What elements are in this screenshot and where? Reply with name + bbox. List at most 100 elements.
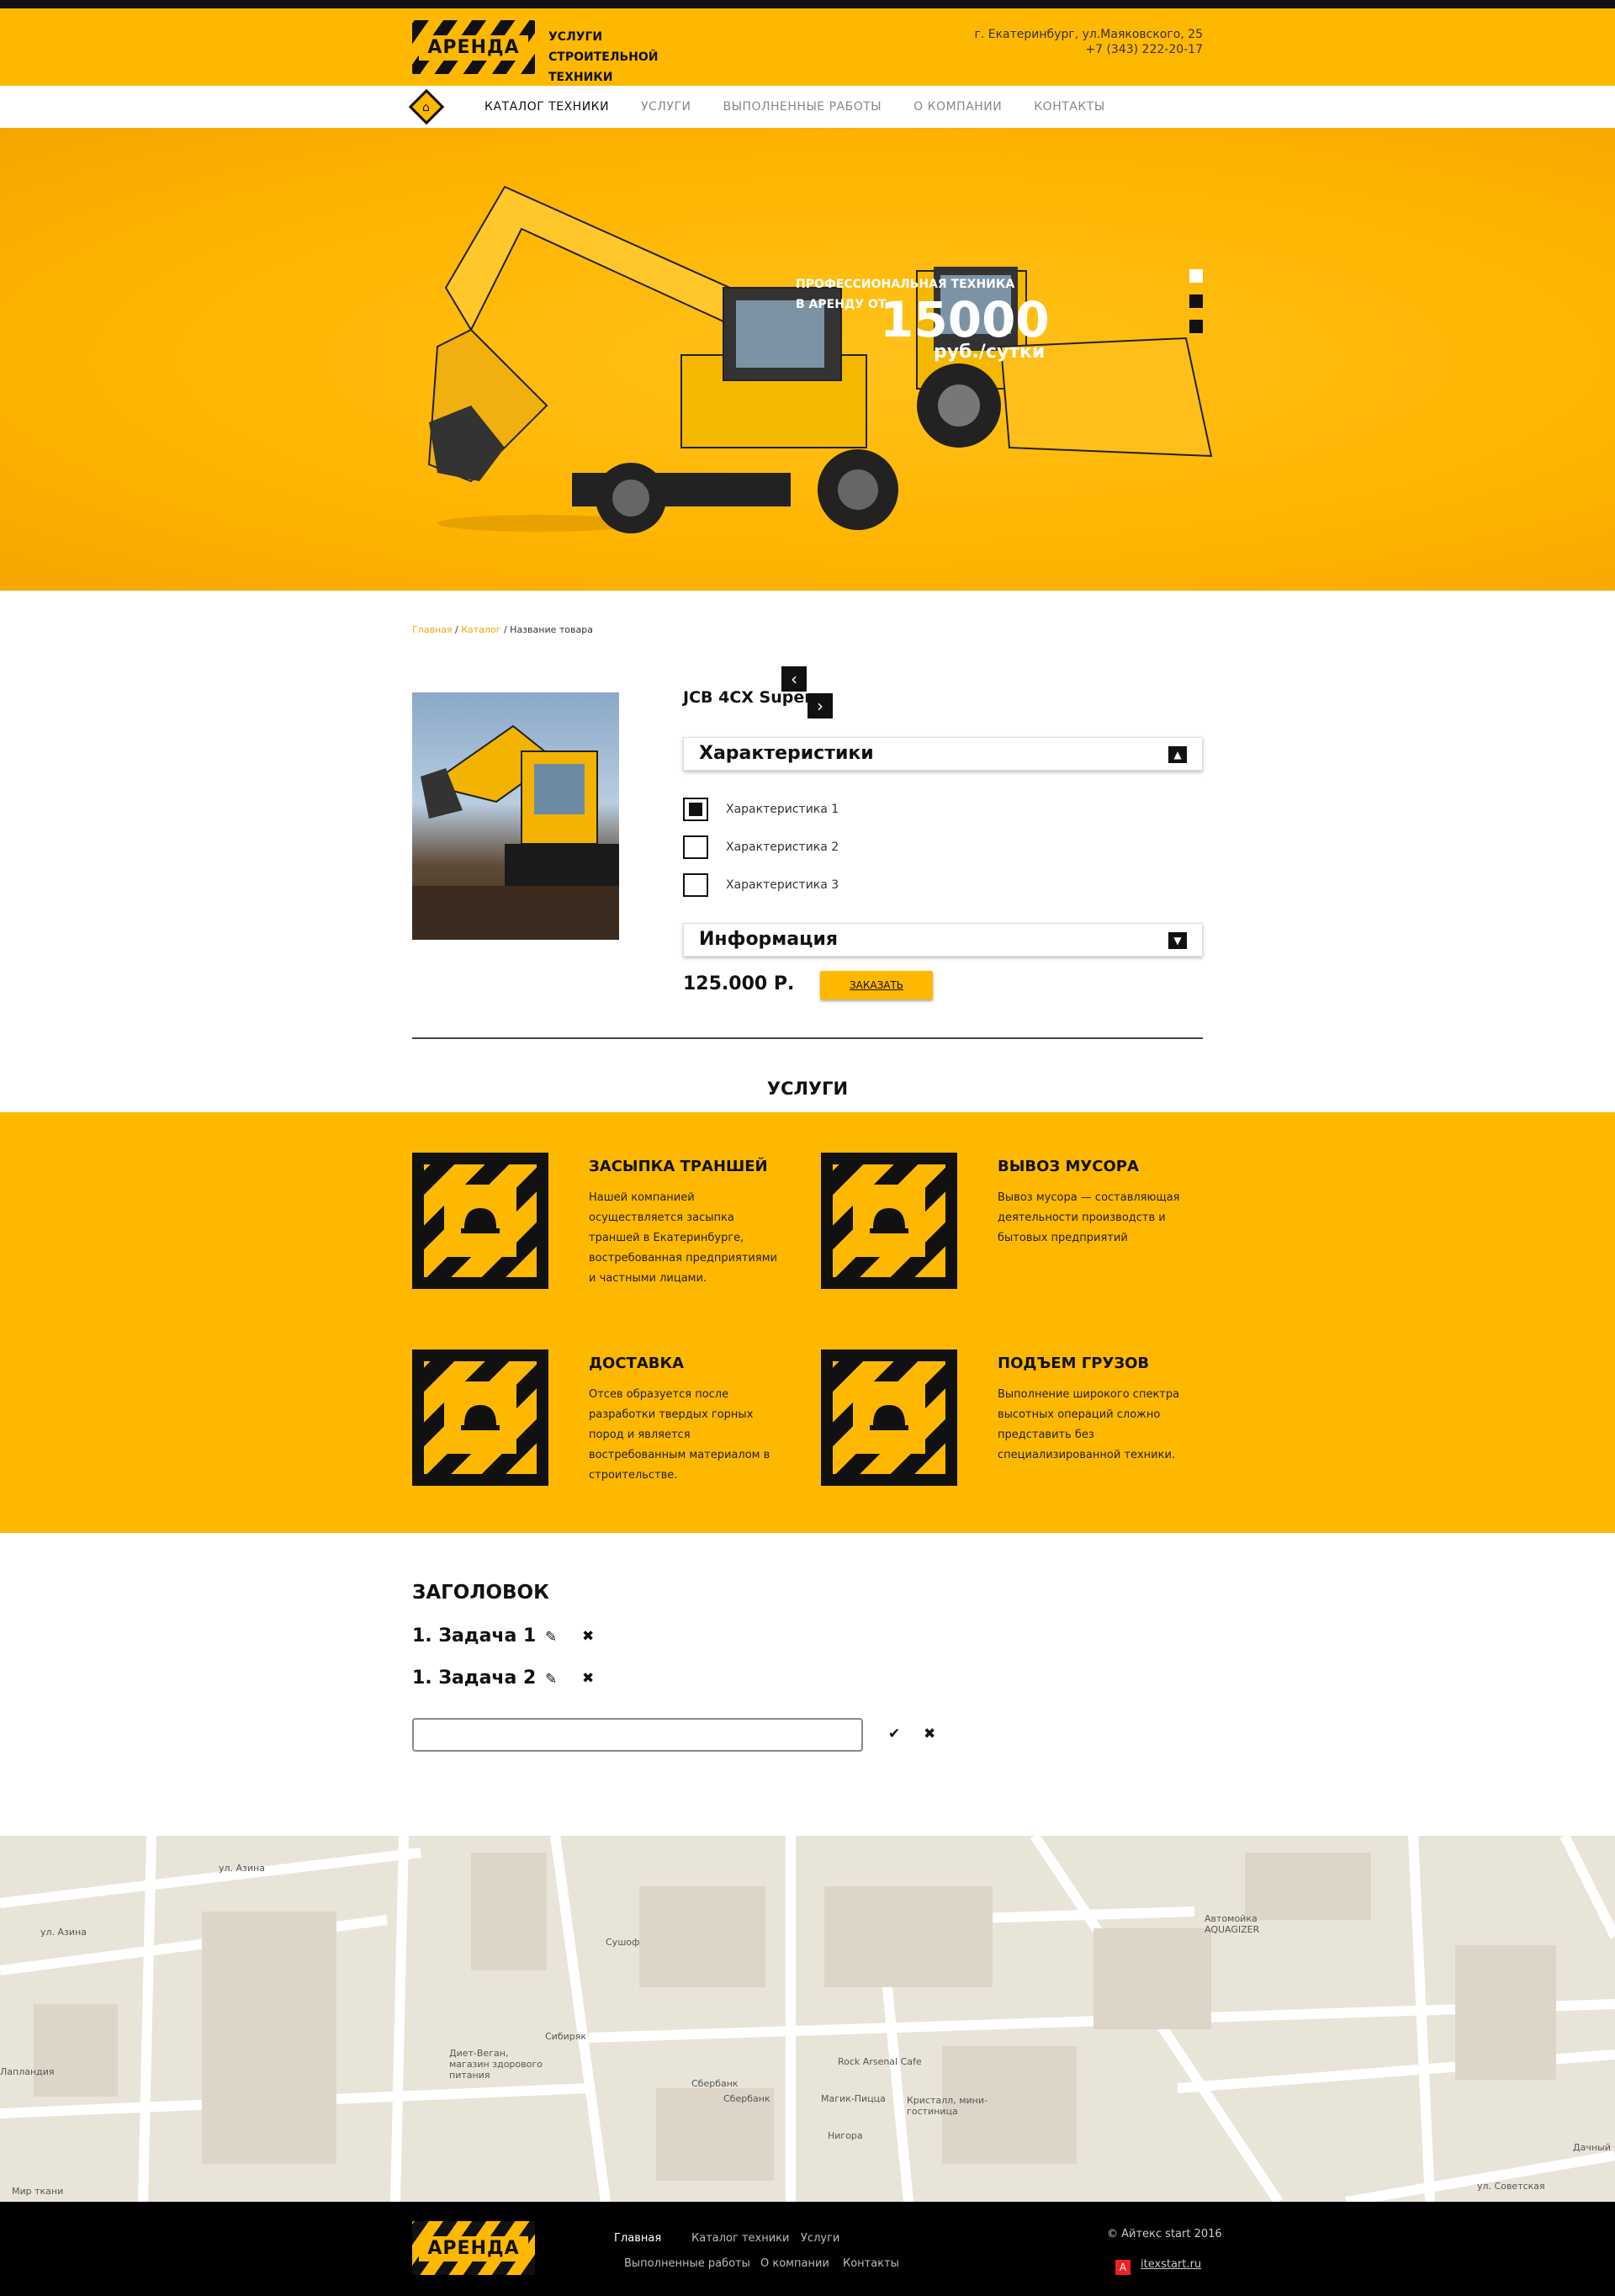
- feature-checkbox-2[interactable]: [683, 835, 708, 859]
- service-desc-3: Отсев образуется после разработки тверды…: [589, 1388, 770, 1482]
- footer-logo-text: АРЕНДА: [419, 2236, 528, 2262]
- copyright: © Айтекс start 2016: [1107, 2228, 1222, 2240]
- feature-checkbox-1[interactable]: [683, 798, 708, 821]
- feature-label-2: Характеристика 2: [726, 840, 839, 854]
- header: АРЕНДА УСЛУГИ СТРОИТЕЛЬНОЙ ТЕХНИКИ г. Ек…: [0, 8, 1615, 86]
- accordion-information[interactable]: Информация ▼: [683, 923, 1203, 957]
- map-streets: [0, 1836, 1615, 2202]
- service-icon-4: [821, 1349, 957, 1486]
- map-label: Мир ткани: [12, 2186, 64, 2197]
- product-title: JCB 4CX Super: [683, 688, 813, 707]
- breadcrumb-catalog[interactable]: Каталог: [461, 624, 500, 635]
- map-label: Нигора: [828, 2130, 863, 2141]
- map-label: Rock Arsenal Cafe: [838, 2056, 922, 2067]
- confirm-icon[interactable]: ✔: [888, 1726, 900, 1742]
- task-input[interactable]: [412, 1718, 863, 1752]
- nav-works[interactable]: ВЫПОЛНЕННЫЕ РАБОТЫ: [723, 86, 882, 128]
- slider-dot-2[interactable]: [1189, 294, 1203, 308]
- map[interactable]: ул. Азина ул. Азина Суш­оф Сибиряк Диет-…: [0, 1836, 1615, 2202]
- map-label: Сибиряк: [545, 2031, 587, 2042]
- helmet-icon: [461, 1208, 500, 1233]
- services-title: УСЛУГИ: [766, 1079, 849, 1099]
- map-label: Сбербанк: [723, 2093, 770, 2104]
- edit-icon[interactable]: ✎: [545, 1629, 557, 1646]
- helmet-icon: [870, 1405, 908, 1430]
- logo-text: АРЕНДА: [419, 35, 528, 61]
- chevron-down-icon: ▼: [1168, 932, 1187, 949]
- address: г. Екатеринбург, ул.Маяковского, 25: [974, 28, 1204, 41]
- promo-price: 15000: [880, 291, 1050, 348]
- top-bar: [0, 0, 1615, 8]
- service-icon-1: [412, 1153, 548, 1289]
- map-label: Автомойка AQUAGIZER: [1205, 1913, 1260, 1935]
- product-price: 125.000 Р.: [683, 973, 795, 994]
- service-title-1: ЗАСЫПКА ТРАНШЕЙ: [589, 1158, 768, 1175]
- accordion-information-title: Информация: [699, 929, 838, 950]
- product-photo: [412, 724, 619, 940]
- cancel-icon[interactable]: ✖: [924, 1726, 935, 1742]
- helmet-icon: [870, 1208, 908, 1233]
- service-desc-1: Нашей компанией осуществляется засыпка т…: [589, 1191, 777, 1285]
- feature-label-3: Характеристика 3: [726, 878, 839, 892]
- map-label: Диет-Веган, магазин здорового питания: [449, 2048, 543, 2081]
- developer-logo-icon: A: [1115, 2260, 1130, 2275]
- task-item-1: 1. Задача 1: [412, 1625, 537, 1646]
- map-label: Лапландия: [0, 2066, 55, 2077]
- delete-icon[interactable]: ✖: [582, 1628, 594, 1645]
- service-icon-2: [821, 1153, 957, 1289]
- service-desc-4: Выполнение широкого спектра высотных опе…: [998, 1388, 1180, 1461]
- accordion-characteristics[interactable]: Характеристики ▲: [683, 737, 1203, 771]
- chevron-up-icon: ▲: [1168, 746, 1187, 763]
- service-title-4: ПОДЪЕМ ГРУЗОВ: [998, 1355, 1150, 1372]
- hero-slider: ПРОФЕССИОНАЛЬНАЯ ТЕХНИКА В АРЕНДУ ОТ 150…: [0, 128, 1615, 718]
- map-label: Сбербанк: [691, 2078, 739, 2089]
- map-label: Суш­оф: [606, 1937, 640, 1948]
- map-label: Магик-Пицца: [821, 2093, 886, 2104]
- service-title-3: ДОСТАВКА: [589, 1355, 685, 1372]
- nav-services[interactable]: УСЛУГИ: [641, 86, 691, 128]
- breadcrumb-current: Название товара: [510, 624, 593, 635]
- tagline: УСЛУГИ СТРОИТЕЛЬНОЙ ТЕХНИКИ: [548, 30, 659, 84]
- map-label: Дачный: [1573, 2142, 1611, 2153]
- nav-catalog[interactable]: КАТАЛОГ ТЕХНИКИ: [484, 86, 609, 128]
- nav-about[interactable]: О КОМПАНИИ: [913, 86, 1002, 128]
- task-item-2: 1. Задача 2: [412, 1668, 537, 1689]
- developer-link[interactable]: itexstart.ru: [1141, 2258, 1201, 2271]
- map-label: ул. Азина: [219, 1863, 265, 1874]
- feature-label-1: Характеристика 1: [726, 803, 839, 816]
- map-label: Кристалл, мини-гостиница: [907, 2095, 988, 2117]
- footer-nav-works[interactable]: Выполненные работы: [624, 2257, 750, 2270]
- slider-dot-3[interactable]: [1189, 320, 1203, 333]
- divider: [412, 1037, 1203, 1039]
- footer-nav-catalog[interactable]: Каталог техники: [691, 2232, 789, 2245]
- slider-dot-1[interactable]: [1189, 269, 1203, 283]
- breadcrumb-home[interactable]: Главная: [412, 624, 453, 635]
- footer-nav-services[interactable]: Услуги: [801, 2232, 839, 2245]
- services-section: ЗАСЫПКА ТРАНШЕЙ Нашей компанией осуществ…: [0, 1112, 1615, 1533]
- footer-nav-contacts[interactable]: Контакты: [843, 2257, 899, 2270]
- service-title-2: ВЫВОЗ МУСОРА: [998, 1158, 1139, 1175]
- breadcrumb: Главная / Каталог / Название товара: [412, 624, 593, 635]
- main-nav: ⌂ КАТАЛОГ ТЕХНИКИ УСЛУГИ ВЫПОЛНЕННЫЕ РАБ…: [0, 86, 1615, 128]
- promo-unit: руб./сутки: [934, 342, 1046, 363]
- footer-logo[interactable]: АРЕНДА: [412, 2221, 535, 2275]
- product-image[interactable]: [412, 692, 619, 940]
- phone[interactable]: +7 (343) 222-20-17: [925, 42, 1203, 57]
- footer: Главная Каталог техники Услуги Выполненн…: [0, 2202, 1615, 2296]
- nav-contacts[interactable]: КОНТАКТЫ: [1034, 86, 1104, 128]
- footer-nav-home[interactable]: Главная: [614, 2232, 661, 2245]
- home-icon: ⌂: [422, 101, 430, 114]
- helmet-icon: [461, 1405, 500, 1430]
- edit-icon[interactable]: ✎: [545, 1671, 557, 1688]
- footer-nav-about[interactable]: О компании: [760, 2257, 829, 2270]
- order-button[interactable]: ЗАКАЗАТЬ: [820, 971, 933, 1000]
- service-desc-2: Вывоз мусора — составляющая деятельности…: [998, 1191, 1180, 1244]
- accordion-characteristics-title: Характеристики: [699, 743, 874, 764]
- promo-line-2: В АРЕНДУ ОТ: [796, 298, 887, 311]
- feature-checkbox-3[interactable]: [683, 873, 708, 897]
- delete-icon[interactable]: ✖: [582, 1670, 594, 1687]
- contact-info: г. Екатеринбург, ул.Маяковского, 25 +7 (…: [925, 27, 1204, 57]
- map-label: ул. Советская: [1477, 2181, 1545, 2192]
- service-icon-3: [412, 1349, 548, 1486]
- logo[interactable]: АРЕНДА: [412, 20, 535, 74]
